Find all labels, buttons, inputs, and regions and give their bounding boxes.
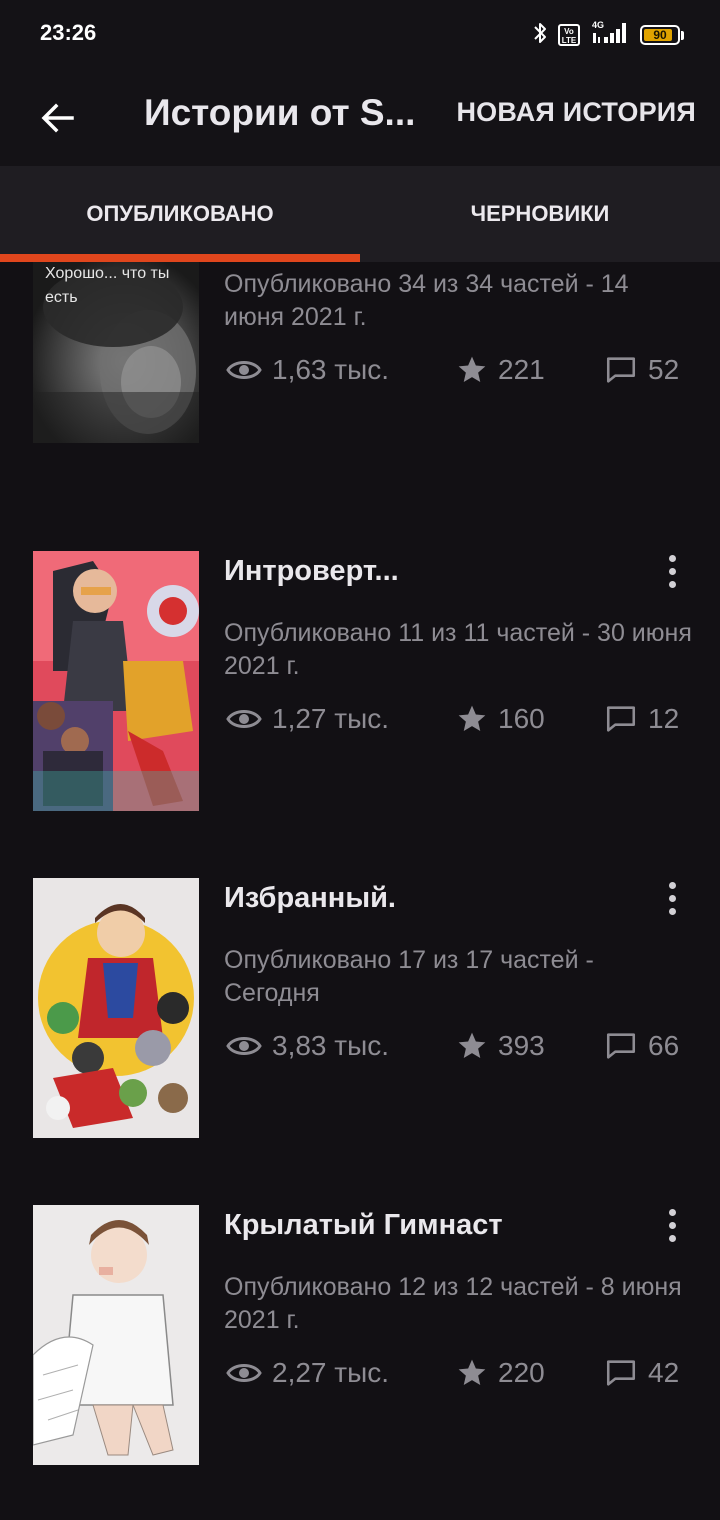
star-icon: [458, 705, 486, 731]
signal-icon: 4G: [590, 19, 630, 52]
more-vert-icon: [668, 881, 676, 889]
stat-comments: 52: [604, 350, 679, 390]
comments-count: 42: [648, 1357, 680, 1388]
story-stats: 2,27 тыс. 220 42: [224, 1353, 694, 1393]
story-title[interactable]: Избранный.: [224, 882, 396, 915]
votes-count: 393: [498, 1030, 545, 1061]
stat-comments: 42: [604, 1353, 679, 1393]
star-icon: [458, 1032, 486, 1058]
tab-active-indicator: [0, 254, 360, 262]
votes-count: 221: [498, 354, 545, 385]
comments-count: 12: [648, 703, 680, 734]
story-title[interactable]: Крылатый Гимнаст: [224, 1209, 503, 1242]
comment-icon: [606, 1360, 636, 1386]
status-time: 23:26: [40, 20, 97, 45]
eye-icon: [226, 1364, 262, 1382]
reads-count: 1,63 тыс.: [272, 354, 390, 385]
status-icons: Vo LTE 4G 90: [532, 20, 684, 50]
stat-comments: 66: [604, 1026, 679, 1066]
tab-published[interactable]: ОПУБЛИКОВАНО: [0, 166, 360, 262]
stat-reads: 2,27 тыс.: [226, 1353, 389, 1393]
stat-votes: 220: [456, 1353, 545, 1393]
stat-votes: 393: [456, 1026, 545, 1066]
bluetooth-icon: [532, 21, 548, 50]
more-vert-icon: [668, 554, 676, 562]
comment-icon: [606, 1033, 636, 1059]
reads-count: 2,27 тыс.: [272, 1357, 390, 1388]
more-options-button[interactable]: [656, 551, 688, 591]
comments-count: 52: [648, 354, 680, 385]
battery-body: 90: [640, 25, 680, 45]
story-meta: Опубликовано 34 из 34 частей - 14 июня 2…: [224, 270, 629, 331]
status-bar: 23:26 Vo LTE 4G 90: [0, 0, 720, 70]
tab-drafts[interactable]: ЧЕРНОВИКИ: [360, 166, 720, 262]
stat-reads: 1,27 тыс.: [226, 699, 389, 739]
more-options-button[interactable]: [656, 878, 688, 918]
star-icon: [458, 1359, 486, 1385]
cover-caption: Хорошо... что ты есть: [45, 265, 170, 306]
story-item[interactable]: Избранный. Опубликовано 17 из 17 частей …: [0, 878, 720, 1138]
story-title[interactable]: Интроверт...: [224, 555, 399, 588]
app-bar: Истории от S... НОВАЯ ИСТОРИЯ: [0, 70, 720, 166]
back-button[interactable]: [30, 90, 86, 146]
story-cover[interactable]: [33, 878, 199, 1138]
tab-bar: ОПУБЛИКОВАНО ЧЕРНОВИКИ: [0, 166, 720, 262]
story-cover[interactable]: [33, 1205, 199, 1465]
more-vert-dot: [668, 1221, 676, 1229]
stat-reads: 1,63 тыс.: [226, 350, 389, 390]
battery-icon: 90: [640, 25, 684, 45]
more-vert-dot: [668, 1234, 676, 1242]
story-cover[interactable]: Хорошо... что ты есть: [33, 262, 199, 443]
page-title: Истории от S...: [144, 92, 416, 133]
comment-icon: [606, 357, 636, 383]
story-stats: 1,63 тыс. 221 52: [224, 350, 694, 390]
eye-icon: [226, 361, 262, 379]
eye-icon: [226, 1037, 262, 1055]
more-vert-dot: [668, 894, 676, 902]
battery-cap: [681, 30, 684, 40]
comments-count: 66: [648, 1030, 680, 1061]
reads-count: 3,83 тыс.: [272, 1030, 390, 1061]
more-vert-dot: [668, 907, 676, 915]
arrow-back-icon: [41, 103, 74, 133]
more-options-button[interactable]: [656, 1205, 688, 1245]
more-vert-dot: [668, 567, 676, 575]
story-stats: 3,83 тыс. 393 66: [224, 1026, 694, 1066]
star-icon: [458, 356, 486, 382]
stat-votes: 221: [456, 350, 545, 390]
story-meta: Опубликовано 17 из 17 частей - Сегодня: [224, 946, 594, 1007]
eye-icon: [226, 710, 262, 728]
reads-count: 1,27 тыс.: [272, 703, 390, 734]
more-vert-dot: [668, 580, 676, 588]
story-item[interactable]: Интроверт... Опубликовано 11 из 11 часте…: [0, 551, 720, 811]
volte-icon: Vo LTE: [558, 24, 580, 46]
story-meta: Опубликовано 12 из 12 частей - 8 июня 20…: [224, 1273, 682, 1334]
votes-count: 220: [498, 1357, 545, 1388]
comment-icon: [606, 706, 636, 732]
stat-reads: 3,83 тыс.: [226, 1026, 389, 1066]
votes-count: 160: [498, 703, 545, 734]
story-item[interactable]: Крылатый Гимнаст Опубликовано 12 из 12 ч…: [0, 1205, 720, 1465]
network-type-label: 4G: [592, 20, 604, 30]
more-vert-icon: [668, 1208, 676, 1216]
story-meta: Опубликовано 11 из 11 частей - 30 июня 2…: [224, 619, 692, 680]
story-list: Хорошо... что ты есть Опубликовано 34 из…: [0, 262, 720, 1520]
stat-votes: 160: [456, 699, 545, 739]
battery-percent: 90: [653, 28, 667, 42]
story-cover[interactable]: [33, 551, 199, 811]
story-item[interactable]: Хорошо... что ты есть Опубликовано 34 из…: [0, 262, 720, 482]
stat-comments: 12: [604, 699, 679, 739]
story-stats: 1,27 тыс. 160 12: [224, 699, 694, 739]
new-story-button[interactable]: НОВАЯ ИСТОРИЯ: [456, 97, 696, 128]
